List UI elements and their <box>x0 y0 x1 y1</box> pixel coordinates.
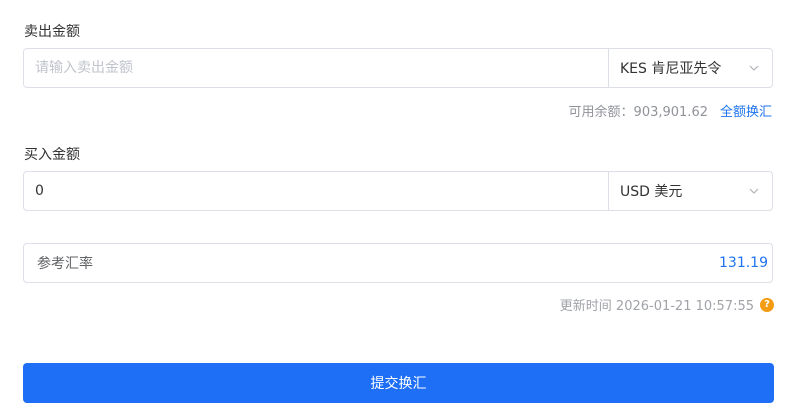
buy-amount-label: 买入金额 <box>24 147 80 163</box>
sell-amount-label: 卖出金额 <box>24 24 80 40</box>
reference-rate-value: 131.19 <box>719 255 768 271</box>
submit-exchange-button[interactable]: 提交换汇 <box>23 363 774 403</box>
available-balance-row: 可用余额：903,901.62 全额换汇 <box>569 101 772 120</box>
buy-currency-select[interactable]: USD 美元 <box>608 172 772 210</box>
sell-currency-select[interactable]: KES 肯尼亚先令 <box>608 49 772 87</box>
exchange-all-link[interactable]: 全额换汇 <box>720 101 772 120</box>
question-circle-icon[interactable]: ? <box>760 297 774 312</box>
buy-currency-value: USD 美元 <box>620 184 683 200</box>
update-time: 更新时间 2026-01-21 10:57:55 <box>559 299 754 314</box>
sell-amount-field: KES 肯尼亚先令 <box>23 48 773 88</box>
available-balance: 可用余额：903,901.62 <box>568 105 708 120</box>
reference-rate-label: 参考汇率 <box>37 256 93 272</box>
reference-rate-box: 参考汇率 131.19 <box>23 243 773 283</box>
sell-amount-input[interactable] <box>24 49 608 87</box>
chevron-down-icon <box>749 65 759 71</box>
update-time-row: 更新时间 2026-01-21 10:57:55 ? <box>560 295 774 314</box>
buy-amount-input[interactable] <box>24 172 608 210</box>
buy-amount-field: USD 美元 <box>23 171 773 211</box>
sell-currency-value: KES 肯尼亚先令 <box>620 61 722 77</box>
chevron-down-icon <box>749 188 759 194</box>
